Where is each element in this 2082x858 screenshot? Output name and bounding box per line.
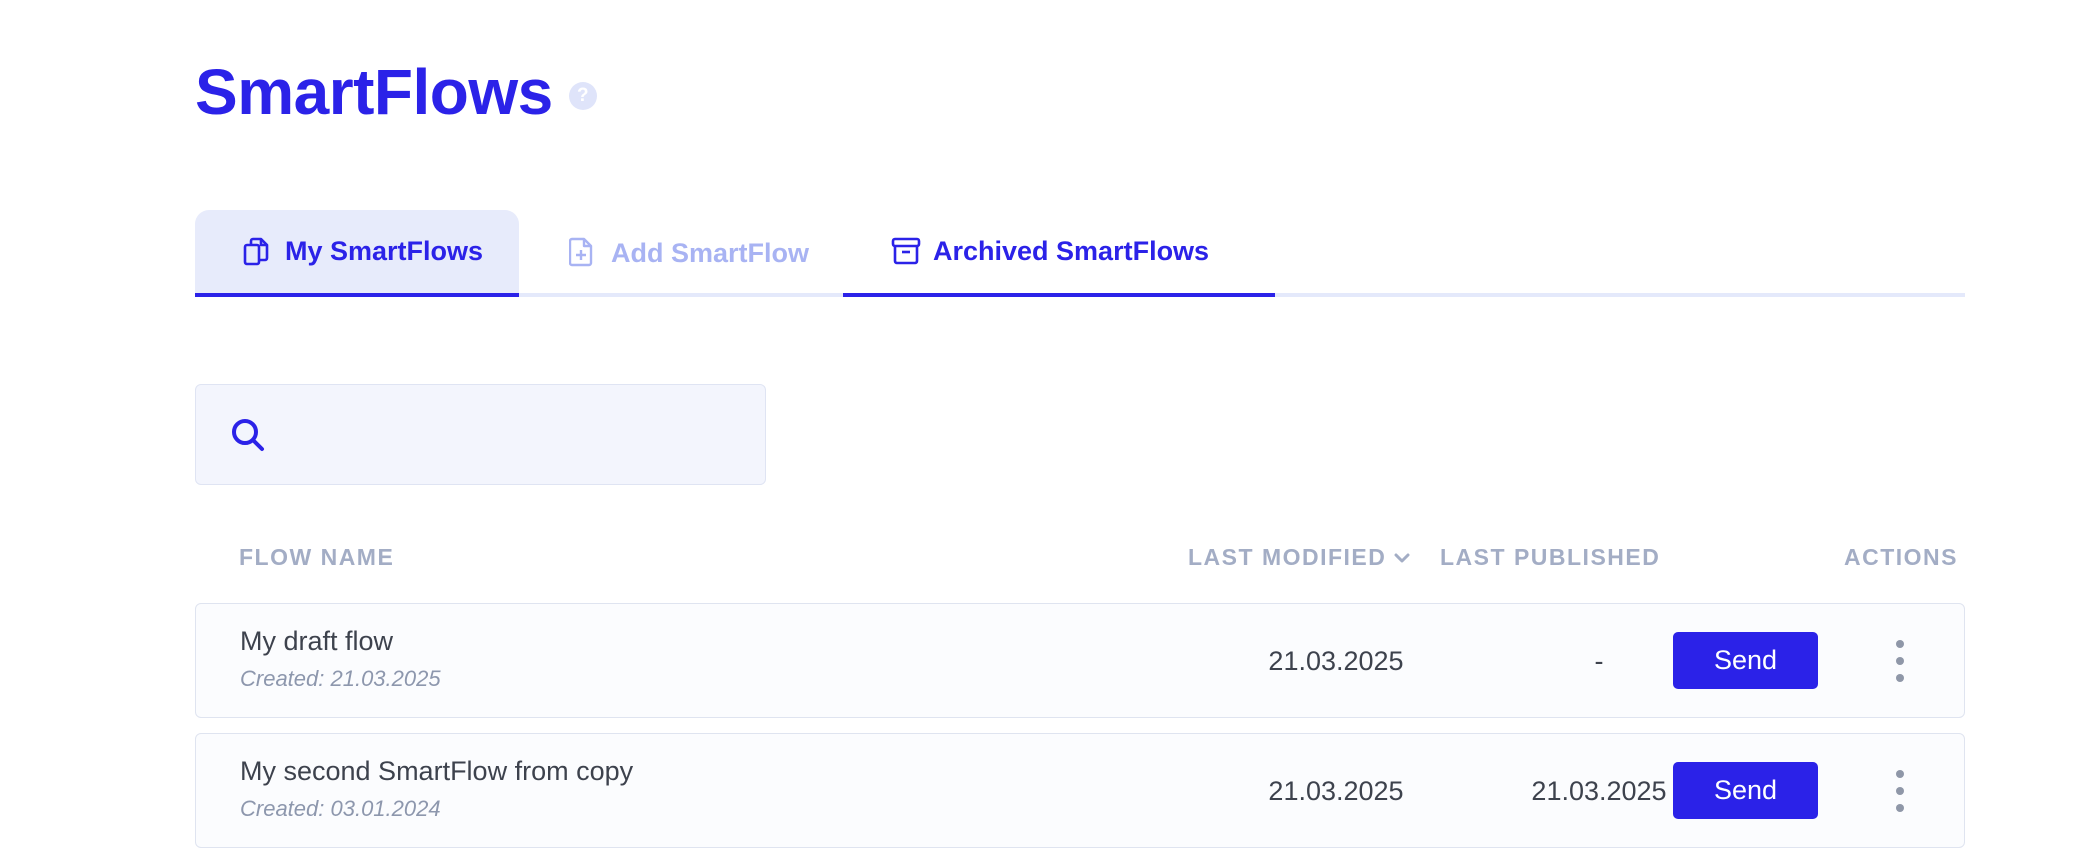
last-modified-date: 21.03.2025 [1268,776,1404,806]
tab-label: Add SmartFlow [611,238,810,268]
last-modified-date: 21.03.2025 [1268,646,1404,676]
more-options-icon[interactable] [1890,640,1910,682]
archive-box-icon [891,237,921,265]
tab-label: My SmartFlows [285,236,484,266]
search-input[interactable] [286,405,746,465]
help-icon[interactable]: ? [568,82,597,110]
tab-label: Archived SmartFlows [933,236,1210,266]
column-header-last-modified[interactable]: LAST MODIFIED [1188,544,1410,571]
chevron-down-icon [1394,553,1410,562]
column-header-actions: ACTIONS [1844,544,1958,570]
copy-documents-icon [243,237,269,266]
tab-add-smartflow[interactable]: Add SmartFlow [519,210,837,297]
column-header-flow-name[interactable]: FLOW NAME [239,544,394,571]
tab-my-smartflows[interactable]: My SmartFlows [195,210,519,297]
page-title: SmartFlows [195,56,553,128]
flow-name[interactable]: My second SmartFlow from copy [240,756,633,787]
flow-created-date: Created: 21.03.2025 [240,666,441,691]
table-row[interactable]: My second SmartFlow from copy Created: 0… [195,733,1965,848]
more-options-icon[interactable] [1890,770,1910,812]
flow-created-date: Created: 03.01.2024 [240,796,441,821]
column-header-last-published[interactable]: LAST PUBLISHED [1440,544,1660,571]
tab-bar: My SmartFlows Add SmartFlow Archived Sma… [195,210,1965,297]
search-box[interactable] [195,384,766,485]
table-row[interactable]: My draft flow Created: 21.03.2025 21.03.… [195,603,1965,718]
flow-name[interactable]: My draft flow [240,626,393,657]
send-button[interactable]: Send [1673,762,1818,819]
file-plus-icon [569,237,593,267]
search-icon [232,419,264,451]
send-button[interactable]: Send [1673,632,1818,689]
column-header-label: LAST MODIFIED [1188,544,1387,570]
tab-archived-smartflows[interactable]: Archived SmartFlows [843,210,1275,297]
page-header: SmartFlows ? [195,52,597,132]
